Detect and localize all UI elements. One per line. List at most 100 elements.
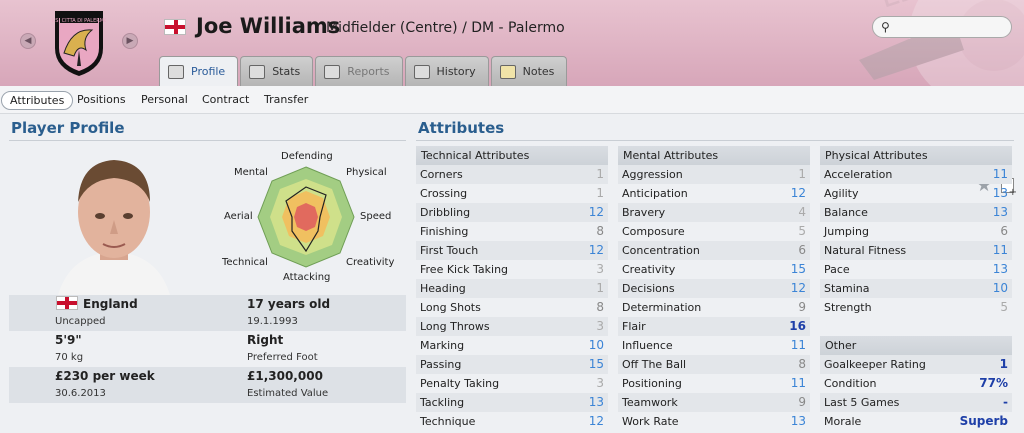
- attribute-row[interactable]: Long Shots 8: [416, 298, 608, 317]
- attribute-row[interactable]: Technique 12: [416, 412, 608, 431]
- preferred-foot: Right: [247, 333, 284, 347]
- attribute-row[interactable]: Bravery 4: [618, 203, 810, 222]
- attribute-row[interactable]: Anticipation 12: [618, 184, 810, 203]
- attribute-row[interactable]: Long Throws 3: [416, 317, 608, 336]
- attribute-row[interactable]: Free Kick Taking 3: [416, 260, 608, 279]
- attribute-label: Agility: [824, 187, 859, 200]
- attribute-value: 16: [789, 319, 806, 333]
- attribute-value: 12: [588, 243, 604, 257]
- attribute-label: Decisions: [622, 282, 675, 295]
- tab-reports[interactable]: Reports: [315, 56, 403, 86]
- technical-attributes-table: Technical Attributes Corners 1 Crossing 1 Dr…: [416, 146, 608, 431]
- attribute-row[interactable]: Flair 16: [618, 317, 810, 336]
- attribute-row[interactable]: Marking 10: [416, 336, 608, 355]
- player-photo: [58, 150, 170, 295]
- attribute-row[interactable]: Composure 5: [618, 222, 810, 241]
- attribute-row[interactable]: Crossing 1: [416, 184, 608, 203]
- subnav-positions[interactable]: Positions: [77, 91, 126, 110]
- attribute-row[interactable]: Heading 1: [416, 279, 608, 298]
- attribute-row[interactable]: Creativity 15: [618, 260, 810, 279]
- attribute-row[interactable]: Decisions 12: [618, 279, 810, 298]
- attribute-row[interactable]: Balance 13: [820, 203, 1012, 222]
- attribute-label: Teamwork: [622, 396, 678, 409]
- other-row[interactable]: Goalkeeper Rating 1: [820, 355, 1012, 374]
- attribute-value: 1: [596, 167, 604, 181]
- attribute-row[interactable]: Concentration 6: [618, 241, 810, 260]
- attribute-row[interactable]: Determination 9: [618, 298, 810, 317]
- reports-icon: [324, 64, 341, 79]
- attribute-row[interactable]: Pace 13: [820, 260, 1012, 279]
- player-position-club[interactable]: Midfielder (Centre) / DM - Palermo: [326, 20, 565, 36]
- palermo-crest-logo: U.S. CITTA DI PALERMO: [52, 11, 106, 76]
- attribute-row[interactable]: Penalty Taking 3: [416, 374, 608, 393]
- attribute-value: 9: [798, 395, 806, 409]
- attribute-label: Jumping: [824, 225, 869, 238]
- attribute-row[interactable]: Work Rate 13: [618, 412, 810, 431]
- wage[interactable]: £230 per week: [55, 369, 155, 383]
- info-row-contract: £230 per week 30.6.2013 £1,300,000 Estim…: [9, 367, 406, 403]
- other-row[interactable]: Condition 77%: [820, 374, 1012, 393]
- attribute-row[interactable]: Natural Fitness 11: [820, 241, 1012, 260]
- attribute-label: Bravery: [622, 206, 666, 219]
- info-row-nationality: England Uncapped 17 years old 19.1.1993: [9, 295, 406, 331]
- attribute-value: 11: [992, 167, 1008, 181]
- attribute-label: Crossing: [420, 187, 468, 200]
- attribute-label: Determination: [622, 301, 702, 314]
- attribute-row[interactable]: First Touch 12: [416, 241, 608, 260]
- attribute-row[interactable]: Stamina 10: [820, 279, 1012, 298]
- nationality[interactable]: England: [83, 297, 138, 311]
- tab-notes[interactable]: Notes: [490, 56, 568, 86]
- attribute-row[interactable]: Corners 1: [416, 165, 608, 184]
- attribute-value: 3: [596, 262, 604, 276]
- attribute-value: 1: [596, 186, 604, 200]
- other-attributes-header: Other: [820, 336, 1012, 355]
- physical-attributes-header[interactable]: Physical Attributes: [820, 146, 1012, 165]
- radar-label-aerial: Aerial: [224, 211, 253, 222]
- attribute-row[interactable]: Dribbling 12: [416, 203, 608, 222]
- attribute-row[interactable]: Tackling 13: [416, 393, 608, 412]
- attribute-value: 13: [992, 262, 1008, 276]
- attribute-row[interactable]: Aggression 1: [618, 165, 810, 184]
- attribute-row[interactable]: Finishing 8: [416, 222, 608, 241]
- attribute-row[interactable]: Agility 13: [820, 184, 1012, 203]
- profile-icon: [168, 64, 184, 79]
- attribute-label: Strength: [824, 301, 872, 314]
- attribute-row[interactable]: Off The Ball 8: [618, 355, 810, 374]
- subnav-contract[interactable]: Contract: [202, 91, 249, 110]
- chevron-left-icon[interactable]: ◀: [20, 33, 36, 49]
- player-header: LEG ◀ U.S. CITTA DI PALERMO ▶ Joe Willia…: [0, 0, 1024, 86]
- tab-history[interactable]: History: [404, 56, 489, 86]
- attribute-row[interactable]: Passing 15: [416, 355, 608, 374]
- attribute-label: Off The Ball: [622, 358, 687, 371]
- attribute-label: Long Throws: [420, 320, 490, 333]
- attribute-row[interactable]: Influence 11: [618, 336, 810, 355]
- tab-profile[interactable]: Profile: [159, 56, 239, 86]
- other-row[interactable]: Last 5 Games -: [820, 393, 1012, 412]
- attribute-row[interactable]: Acceleration 11: [820, 165, 1012, 184]
- subnav-transfer[interactable]: Transfer: [264, 91, 308, 110]
- attribute-value: 13: [588, 395, 604, 409]
- radar-label-speed: Speed: [360, 211, 392, 222]
- attribute-row[interactable]: Strength 5: [820, 298, 1012, 317]
- attribute-row[interactable]: Jumping 6: [820, 222, 1012, 241]
- attribute-row[interactable]: Teamwork 9: [618, 393, 810, 412]
- divider: [9, 140, 406, 141]
- chevron-right-icon[interactable]: ▶: [122, 33, 138, 49]
- subnav-attributes[interactable]: Attributes: [1, 91, 74, 110]
- other-label: Morale: [824, 415, 862, 428]
- height: 5'9": [55, 333, 82, 347]
- other-label: Goalkeeper Rating: [824, 358, 926, 371]
- mental-attributes-header[interactable]: Mental Attributes: [618, 146, 810, 165]
- search-input[interactable]: ⚲: [872, 16, 1012, 38]
- other-row[interactable]: Morale Superb: [820, 412, 1012, 431]
- technical-attributes-header[interactable]: Technical Attributes: [416, 146, 608, 165]
- attribute-value: 6: [798, 243, 806, 257]
- attribute-label: Passing: [420, 358, 462, 371]
- attribute-row[interactable]: Positioning 11: [618, 374, 810, 393]
- subnav-personal[interactable]: Personal: [141, 91, 188, 110]
- sub-navigation: Attributes Positions Personal Contract T…: [0, 86, 1024, 198]
- attribute-value: 3: [596, 319, 604, 333]
- tab-stats[interactable]: Stats: [240, 56, 314, 86]
- attribute-value: 15: [588, 357, 604, 371]
